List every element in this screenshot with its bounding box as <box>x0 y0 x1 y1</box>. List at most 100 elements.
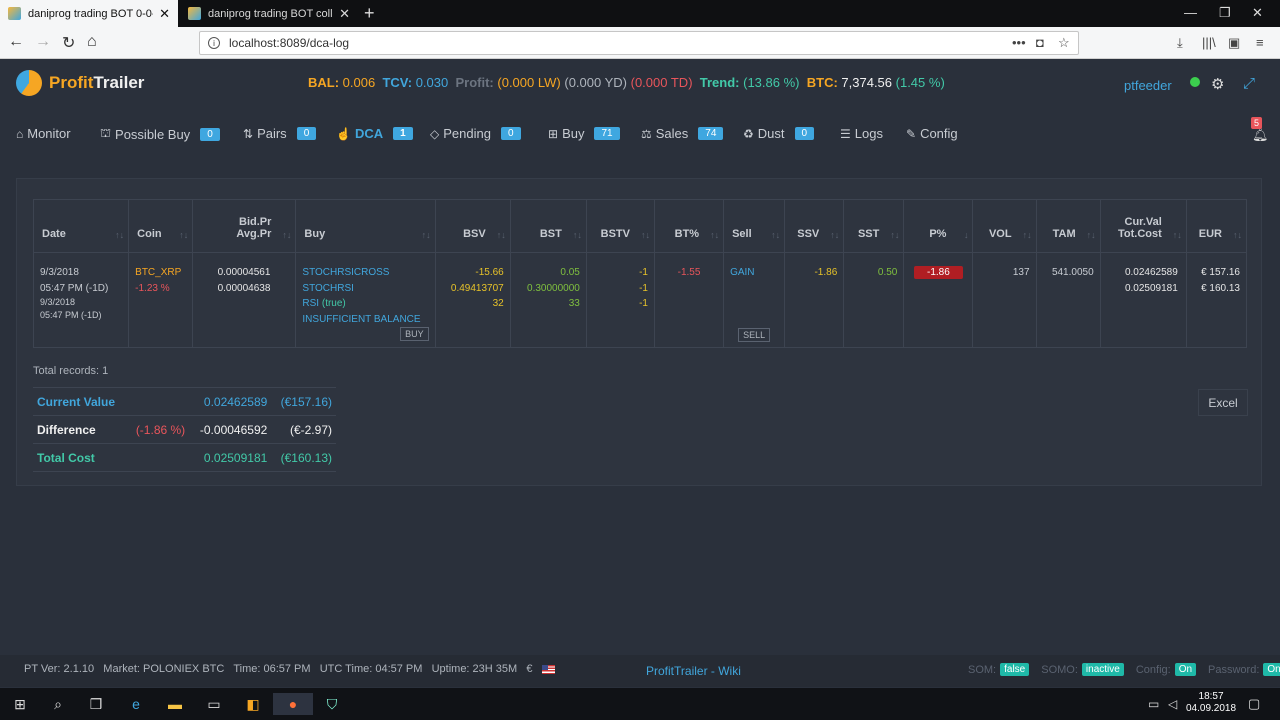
count-badge: 1 <box>393 127 413 140</box>
browser-tab[interactable]: daniprog trading BOT collector ✕ <box>180 0 358 27</box>
buy-button[interactable]: BUY <box>400 327 429 341</box>
search-icon[interactable]: ⌕ <box>38 693 78 715</box>
expand-icon[interactable]: ⤢ <box>1243 75 1255 92</box>
menu-label: Config <box>920 126 958 141</box>
col-buy[interactable]: Buy ↑↓ <box>295 199 436 253</box>
menu-pairs[interactable]: ⇅ Pairs 0 <box>243 126 317 141</box>
col-label: Buy <box>304 228 326 240</box>
home-icon[interactable]: ⌂ <box>87 33 97 51</box>
system-clock[interactable]: 18:57 04.09.2018 <box>1186 691 1236 715</box>
col-sst[interactable]: SST ↑↓ <box>843 199 905 253</box>
cell-vol: 137 <box>972 252 1037 348</box>
coin-link[interactable]: BTC_XRP <box>135 265 186 281</box>
network-icon[interactable]: ▭ <box>1148 697 1159 711</box>
cell-eur: € 157.16 € 160.13 <box>1186 253 1246 348</box>
notification-center-icon[interactable]: ▢ <box>1248 696 1260 712</box>
sidebar-icon[interactable]: ▣ <box>1228 35 1240 51</box>
col-tam[interactable]: TAM ↑↓ <box>1036 199 1101 253</box>
info-icon[interactable]: i <box>208 37 220 49</box>
pocket-icon[interactable]: ◘ <box>1036 35 1044 50</box>
summary-row-current-value: Current Value 0.02462589 (€157.16) <box>33 387 336 416</box>
date-value: 9/3/2018 <box>40 267 79 278</box>
hamburger-menu-icon[interactable]: ≡ <box>1256 35 1264 50</box>
gear-icon[interactable]: ⚙ <box>1211 75 1224 93</box>
col-bsv[interactable]: BSV ↑↓ <box>435 199 511 253</box>
col-bst[interactable]: BST ↑↓ <box>510 199 587 253</box>
btc-label: BTC: <box>806 75 838 90</box>
menu-pending[interactable]: ◇ Pending 0 <box>430 126 521 141</box>
menu-label: DCA <box>354 126 384 141</box>
library-icon[interactable]: |||\ <box>1202 35 1216 50</box>
tam-value: 541.0050 <box>1051 267 1094 278</box>
download-icon[interactable]: ⤓ <box>1177 35 1183 51</box>
btc-value: 7,374.56 <box>841 75 893 90</box>
terminal-icon[interactable]: ▭ <box>194 693 234 715</box>
volume-icon[interactable]: ◁ <box>1168 697 1177 711</box>
maximize-icon[interactable]: ❐ <box>1219 5 1231 21</box>
col-bstv[interactable]: BSTV ↑↓ <box>586 199 655 253</box>
col-vol[interactable]: VOL ↑↓ <box>972 199 1037 253</box>
table-row[interactable]: 9/3/2018 05:47 PM (-1D) 9/3/2018 05:47 P… <box>33 252 1247 348</box>
close-tab-icon[interactable]: ✕ <box>339 6 350 22</box>
username[interactable]: ptfeeder <box>1124 78 1172 93</box>
windows-start-icon[interactable]: ⊞ <box>0 693 40 715</box>
currency-symbol[interactable]: € <box>526 663 532 675</box>
col-sell[interactable]: Sell ↑↓ <box>723 199 786 253</box>
menu-buy[interactable]: ⊞ Buy 71 <box>548 126 620 141</box>
menu-config[interactable]: ✎ Config <box>906 126 958 141</box>
col-date[interactable]: Date ↑↓ <box>33 199 130 253</box>
reload-icon[interactable]: ↻ <box>62 33 75 53</box>
url-bar[interactable]: i localhost:8089/dca-log <box>199 31 1079 55</box>
profittrailer-app-icon[interactable]: ◧ <box>233 693 273 715</box>
menu-label: Pending <box>443 126 491 141</box>
table-header-row: Date ↑↓ Coin ↑↓ Bid.Pr Avg.Pr ↑↓ Buy ↑↓ BSV ↑↓… <box>33 199 1247 253</box>
task-view-icon[interactable]: ❒ <box>76 693 116 715</box>
footer-info: PT Ver: 2.1.10 Market: POLONIEX BTC Time… <box>24 663 555 675</box>
menu-label: Buy <box>562 126 585 141</box>
difference-eur: (€-2.97) <box>271 415 336 444</box>
bell-icon[interactable]: 🔔︎ <box>1252 127 1269 143</box>
profittrailer-logo[interactable]: ProfitTrailer <box>16 70 144 96</box>
col-eur[interactable]: EUR ↑↓ <box>1186 199 1247 253</box>
new-tab-icon[interactable]: + <box>364 3 375 24</box>
config-label: Config: <box>1135 663 1171 676</box>
excel-button[interactable]: Excel <box>1198 389 1248 416</box>
logo-text-trailer: Trailer <box>93 73 145 92</box>
summary-row-difference: Difference (-1.86 %) -0.00046592 (€-2.97… <box>33 415 336 444</box>
menu-dust[interactable]: ♻ Dust 0 <box>743 126 815 141</box>
col-bt-pct[interactable]: BT% ↑↓ <box>654 199 725 253</box>
col-bid-avg[interactable]: Bid.Pr Avg.Pr ↑↓ <box>192 199 297 253</box>
col-ssv[interactable]: SSV ↑↓ <box>784 199 845 253</box>
footer-wiki-link[interactable]: ProfitTrailer - Wiki <box>646 664 741 678</box>
col-coin[interactable]: Coin ↑↓ <box>128 199 194 253</box>
col-label: Tot.Cost <box>1118 228 1162 240</box>
edge-icon[interactable]: e <box>116 693 156 715</box>
minimize-icon[interactable]: — <box>1184 5 1197 20</box>
logo-icon <box>16 70 42 96</box>
col-curval-totcost[interactable]: Cur.Val Tot.Cost ↑↓ <box>1100 199 1187 253</box>
firefox-icon[interactable]: ● <box>273 693 313 715</box>
col-label: EUR <box>1198 228 1222 240</box>
close-window-icon[interactable]: ✕ <box>1252 5 1263 21</box>
us-flag-icon[interactable] <box>541 664 555 674</box>
close-tab-icon[interactable]: ✕ <box>159 6 170 22</box>
col-label: BSTV <box>600 228 630 240</box>
menu-dca[interactable]: ☝ DCA 1 <box>336 126 413 141</box>
col-p-pct[interactable]: P% ↓ <box>903 199 974 253</box>
back-icon[interactable]: ← <box>8 33 24 51</box>
menu-logs[interactable]: ☰ Logs <box>840 126 883 141</box>
file-explorer-icon[interactable]: ▬ <box>155 693 195 715</box>
browser-tab-active[interactable]: daniprog trading BOT 0-0-1 ✕ <box>0 0 178 27</box>
profit-label: Profit: <box>455 75 494 90</box>
pending-icon: ◇ <box>430 126 440 141</box>
page-actions-icon[interactable]: ••• <box>1012 35 1026 50</box>
menu-sales[interactable]: ⚖ Sales 74 <box>641 126 724 141</box>
bookmark-star-icon[interactable]: ☆ <box>1058 35 1070 51</box>
shield-app-icon[interactable]: ⛉ <box>312 693 352 715</box>
menu-possible-buy[interactable]: ⛫ Possible Buy 0 <box>100 126 220 142</box>
sell-button[interactable]: SELL <box>738 327 771 342</box>
cell-bsv: -15.66 0.49413707 32 <box>435 252 511 348</box>
forward-icon[interactable]: → <box>35 33 51 51</box>
wrench-icon: ✎ <box>906 126 917 141</box>
menu-monitor[interactable]: ⌂ Monitor <box>16 126 71 141</box>
